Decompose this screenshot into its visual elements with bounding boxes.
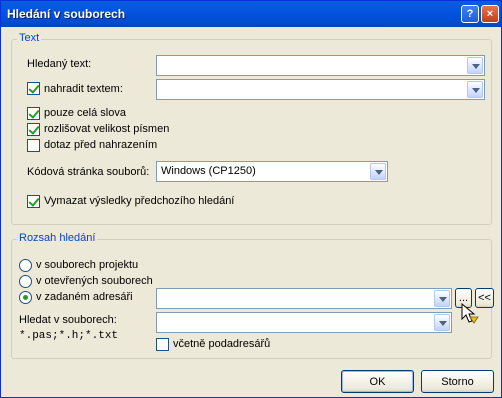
- prompt-replace-checkbox[interactable]: [27, 139, 40, 152]
- case-sensitive-checkbox[interactable]: [27, 123, 40, 136]
- search-dialog: Hledání v souborech ? × Text Hledaný tex…: [0, 0, 502, 398]
- search-text-combo[interactable]: [156, 55, 485, 76]
- scope-dir-radio[interactable]: [19, 291, 32, 304]
- directory-combo[interactable]: [156, 288, 452, 309]
- clear-results-checkbox[interactable]: [27, 195, 40, 208]
- codepage-value: Windows (CP1250): [161, 165, 256, 177]
- subdirs-label: včetně podadresářů: [173, 338, 271, 350]
- scope-open-radio[interactable]: [19, 275, 32, 288]
- prompt-replace-label: dotaz před nahrazením: [44, 139, 158, 151]
- chevron-down-icon[interactable]: [434, 290, 450, 307]
- codepage-label: Kódová stránka souborů:: [27, 166, 150, 178]
- ok-button[interactable]: OK: [341, 370, 414, 393]
- mouse-pointer-icon: [461, 303, 479, 324]
- chevron-down-icon[interactable]: [434, 314, 450, 331]
- files-mask-label: Hledat v souborech:: [19, 314, 117, 326]
- whole-words-checkbox[interactable]: [27, 107, 40, 120]
- cancel-button[interactable]: Storno: [421, 370, 494, 393]
- case-sensitive-label: rozlišovat velikost písmen: [44, 123, 170, 135]
- subdirs-checkbox[interactable]: [156, 338, 169, 351]
- chevron-down-icon[interactable]: [467, 57, 483, 74]
- chevron-down-icon[interactable]: [370, 163, 386, 180]
- scope-open-label: v otevřených souborech: [36, 275, 153, 287]
- title-bar: Hledání v souborech ? ×: [1, 1, 501, 27]
- codepage-select[interactable]: Windows (CP1250): [156, 161, 388, 182]
- dialog-title: Hledání v souborech: [7, 7, 126, 21]
- files-mask-hint: *.pas;*.h;*.txt: [19, 330, 119, 342]
- scope-project-label: v souborech projektu: [36, 259, 139, 271]
- replace-text-combo[interactable]: [156, 79, 485, 100]
- scope-project-radio[interactable]: [19, 259, 32, 272]
- text-group-legend: Text: [17, 32, 42, 44]
- clear-results-label: Vymazat výsledky předchozího hledání: [44, 195, 235, 207]
- close-button[interactable]: ×: [481, 5, 499, 23]
- help-button[interactable]: ?: [461, 5, 479, 23]
- whole-words-label: pouze celá slova: [44, 107, 126, 119]
- replace-checkbox[interactable]: [27, 82, 40, 95]
- scope-group-legend: Rozsah hledání: [17, 232, 98, 244]
- replace-label: nahradit textem:: [44, 83, 123, 95]
- files-mask-combo[interactable]: [156, 312, 452, 333]
- search-text-label: Hledaný text:: [27, 58, 92, 70]
- chevron-down-icon[interactable]: [467, 81, 483, 98]
- scope-dir-label: v zadaném adresáři: [36, 291, 133, 303]
